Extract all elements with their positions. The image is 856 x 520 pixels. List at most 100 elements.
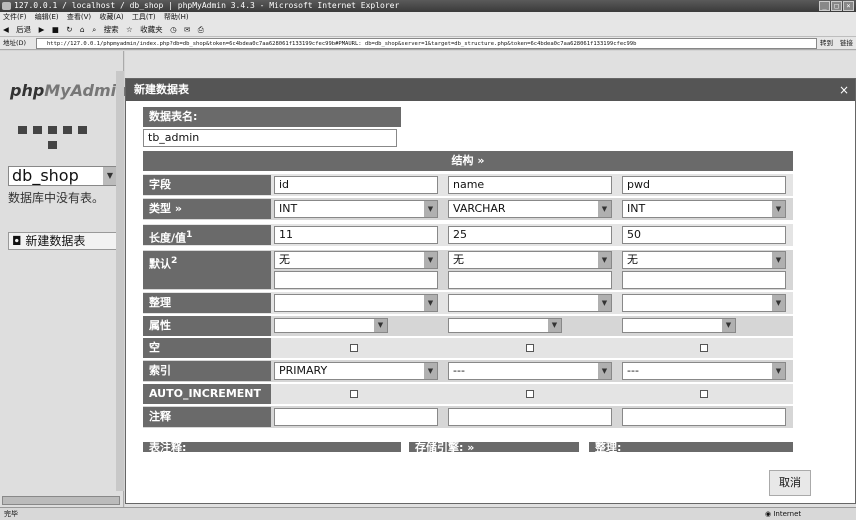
field-name-input-3[interactable]: pwd	[622, 176, 786, 194]
menu-edit[interactable]: 编辑(E)	[35, 13, 59, 21]
comment-input-2[interactable]	[448, 408, 612, 426]
auto-increment-checkbox-1[interactable]	[350, 390, 358, 398]
auto-increment-label: AUTO_INCREMENT	[143, 384, 271, 404]
menu-tools[interactable]: 工具(T)	[132, 13, 156, 21]
navigation-frame: phpMyAdmin db_shop ▼ 数据库中没有表。 ◘ 新建数据表	[0, 51, 128, 507]
chevron-down-icon: ▼	[548, 319, 561, 332]
length-input-1[interactable]: 11	[274, 226, 438, 244]
reload-icon[interactable]	[48, 141, 57, 149]
field-name-input-2[interactable]: name	[448, 176, 612, 194]
menu-bar: 文件(F) 编辑(E) 查看(V) 收藏(A) 工具(T) 帮助(H)	[0, 12, 856, 23]
table-comment-header: 表注释:	[143, 442, 401, 452]
home-icon[interactable]	[18, 126, 27, 134]
docs-icon[interactable]	[63, 126, 72, 134]
menu-file[interactable]: 文件(F)	[3, 13, 27, 21]
query-icon[interactable]	[48, 126, 57, 134]
back-button[interactable]: 后退	[16, 25, 31, 34]
browser-toolbar: ◀ 后退 ▶ ■ ↻ ⌂ ⌕ 搜索 ☆ 收藏夹 ◷ ✉ ⎙	[0, 23, 856, 37]
favorites-button[interactable]: 收藏夹	[140, 25, 163, 34]
new-table-link[interactable]: ◘ 新建数据表	[8, 232, 118, 250]
index-label: 索引	[143, 361, 271, 381]
address-label: 地址(D)	[3, 39, 27, 47]
favorites-icon[interactable]: ☆	[126, 25, 133, 34]
stop-icon[interactable]: ■	[52, 25, 59, 34]
docs2-icon[interactable]	[78, 126, 87, 134]
type-select-3[interactable]: INT ▼	[622, 200, 786, 218]
collation-select-3[interactable]: ▼	[622, 294, 786, 312]
default-value-input-2[interactable]	[448, 271, 612, 289]
left-horizontal-scrollbar[interactable]	[2, 496, 120, 505]
back-icon[interactable]: ◀	[3, 25, 9, 34]
address-field[interactable]: http://127.0.0.1/phpmyadmin/index.php?db…	[36, 38, 817, 49]
null-checkbox-3[interactable]	[700, 344, 708, 352]
default-select-2[interactable]: 无 ▼	[448, 251, 612, 269]
chevron-down-icon: ▼	[772, 201, 785, 217]
length-label: 长度/值1	[143, 225, 271, 245]
search-icon[interactable]: ⌕	[92, 25, 96, 34]
left-vertical-scrollbar[interactable]	[116, 71, 124, 491]
comment-label: 注释	[143, 407, 271, 427]
maximize-icon[interactable]: □	[831, 1, 842, 11]
chevron-down-icon: ▼	[103, 167, 117, 185]
comment-input-1[interactable]	[274, 408, 438, 426]
comment-input-3[interactable]	[622, 408, 786, 426]
print-icon[interactable]: ⎙	[198, 25, 204, 34]
home-icon[interactable]: ⌂	[80, 25, 85, 34]
auto-increment-checkbox-3[interactable]	[700, 390, 708, 398]
database-select[interactable]: db_shop ▼	[8, 166, 118, 186]
menu-view[interactable]: 查看(V)	[67, 13, 91, 21]
close-icon[interactable]: ×	[843, 1, 854, 11]
default-value-input-3[interactable]	[622, 271, 786, 289]
new-table-dialog: 新建数据表 × 数据表名: tb_admin 结构 » 字段 类型 » 长度/值…	[125, 78, 856, 504]
chevron-down-icon: ▼	[722, 319, 735, 332]
table-name-input[interactable]: tb_admin	[143, 129, 397, 147]
minimize-icon[interactable]: _	[819, 1, 830, 11]
null-label: 空	[143, 338, 271, 358]
links-label[interactable]: 链接	[840, 37, 853, 50]
collation-label: 整理	[143, 293, 271, 313]
chevron-down-icon: ▼	[424, 252, 437, 268]
field-name-input-1[interactable]: id	[274, 176, 438, 194]
index-select-3[interactable]: --- ▼	[622, 362, 786, 380]
field-label: 字段	[143, 175, 271, 195]
refresh-icon[interactable]: ↻	[66, 25, 72, 34]
default-select-3[interactable]: 无 ▼	[622, 251, 786, 269]
length-input-2[interactable]: 25	[448, 226, 612, 244]
null-checkbox-2[interactable]	[526, 344, 534, 352]
null-checkbox-1[interactable]	[350, 344, 358, 352]
new-table-icon: ◘	[12, 234, 26, 248]
attributes-select-2[interactable]: ▼	[448, 318, 562, 333]
chevron-down-icon: ▼	[598, 295, 611, 311]
cancel-button[interactable]: 取消	[769, 470, 811, 496]
default-select-1[interactable]: 无 ▼	[274, 251, 438, 269]
default-label: 默认2	[143, 251, 271, 289]
content-frame: 新建数据表 × 数据表名: tb_admin 结构 » 字段 类型 » 长度/值…	[125, 51, 856, 507]
length-input-3[interactable]: 50	[622, 226, 786, 244]
chevron-down-icon: ▼	[772, 252, 785, 268]
close-dialog-icon[interactable]: ×	[839, 79, 849, 101]
window-title: 127.0.0.1 / localhost / db_shop | phpMyA…	[14, 1, 400, 10]
type-select-2[interactable]: VARCHAR ▼	[448, 200, 612, 218]
index-select-2[interactable]: --- ▼	[448, 362, 612, 380]
menu-favorites[interactable]: 收藏(A)	[99, 13, 123, 21]
collation-select-1[interactable]: ▼	[274, 294, 438, 312]
search-button[interactable]: 搜索	[104, 25, 119, 34]
type-select-1[interactable]: INT ▼	[274, 200, 438, 218]
attributes-select-1[interactable]: ▼	[274, 318, 388, 333]
menu-help[interactable]: 帮助(H)	[164, 13, 189, 21]
collation-select-2[interactable]: ▼	[448, 294, 612, 312]
ie-icon	[2, 2, 11, 10]
forward-icon[interactable]: ▶	[39, 25, 45, 34]
auto-increment-checkbox-2[interactable]	[526, 390, 534, 398]
index-select-1[interactable]: PRIMARY ▼	[274, 362, 438, 380]
go-button[interactable]: 转到	[820, 37, 833, 50]
attributes-select-3[interactable]: ▼	[622, 318, 736, 333]
chevron-down-icon: ▼	[598, 252, 611, 268]
default-value-input-1[interactable]	[274, 271, 438, 289]
mail-icon[interactable]: ✉	[184, 25, 190, 34]
window-title-bar: 127.0.0.1 / localhost / db_shop | phpMyA…	[0, 0, 856, 12]
history-icon[interactable]: ◷	[170, 25, 177, 34]
chevron-down-icon: ▼	[374, 319, 387, 332]
exit-icon[interactable]	[33, 126, 42, 134]
phpmyadmin-logo[interactable]: phpMyAdmin	[10, 81, 128, 100]
